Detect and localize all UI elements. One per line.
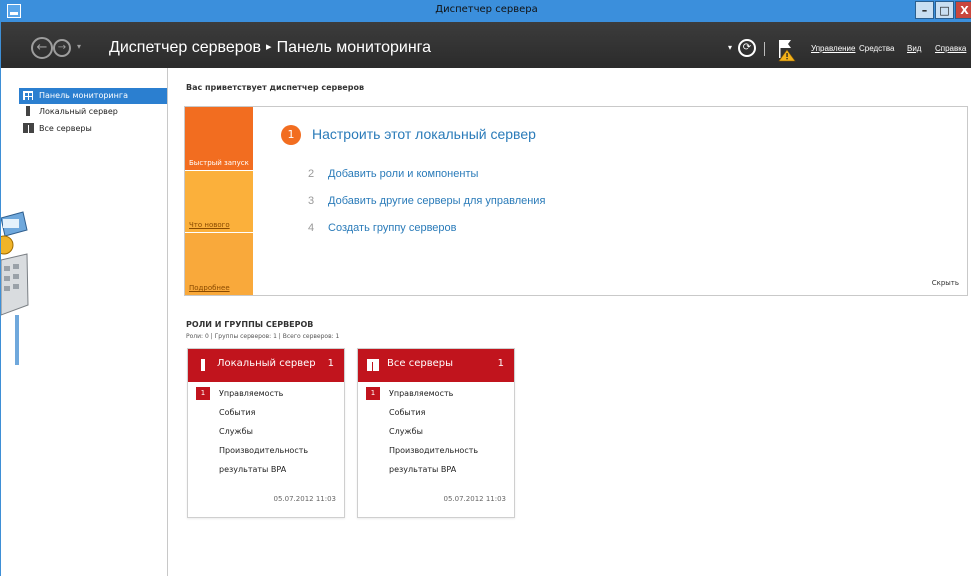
refresh-icon[interactable]: ⟳ (738, 39, 756, 57)
server-icon (26, 106, 30, 116)
server-icon (201, 359, 205, 371)
tile-row-label: результаты BPA (219, 465, 287, 474)
sidebar-item-label: Локальный сервер (39, 107, 118, 116)
hide-welcome-link[interactable]: Скрыть (932, 279, 959, 287)
tile-row-label: События (389, 408, 426, 417)
servers-icon (367, 359, 379, 371)
history-dropdown-icon[interactable]: ▾ (77, 42, 81, 51)
add-roles-link[interactable]: Добавить роли и компоненты (328, 168, 478, 180)
menu-view[interactable]: Вид (907, 44, 921, 53)
tile-count: 1 (497, 358, 504, 369)
servers-icon (23, 123, 34, 133)
refresh-dropdown-icon[interactable]: ▾ (728, 43, 732, 63)
close-button[interactable]: X (955, 1, 971, 19)
app-header: ← → ▾ Диспетчер серверов ▸ Панель монитори… (1, 22, 971, 68)
quick-start-tile[interactable]: Быстрый запуск (185, 107, 253, 170)
alert-badge: 1 (366, 387, 380, 400)
tile-title: Все серверы (387, 358, 453, 369)
tile-header[interactable]: Все серверы 1 (358, 349, 514, 382)
learn-more-label: Подробнее (189, 284, 230, 292)
welcome-panel: Быстрый запуск Что нового Подробнее 1 На… (184, 106, 968, 296)
tile-timestamp: 05.07.2012 11:03 (273, 495, 336, 503)
menu-help[interactable]: Справка (935, 44, 966, 53)
configure-local-server-link[interactable]: Настроить этот локальный сервер (312, 126, 536, 142)
add-roles-step[interactable]: 2 Добавить роли и компоненты (308, 168, 478, 184)
tile-row-label: Производительность (219, 446, 309, 455)
forward-icon[interactable]: → (53, 39, 71, 57)
all-servers-tile[interactable]: Все серверы 1 1 Управляемость События Сл… (357, 348, 515, 518)
tile-row-label: События (219, 408, 256, 417)
tile-title: Локальный сервер (217, 358, 316, 369)
local-server-tile[interactable]: Локальный сервер 1 1 Управляемость Событ… (187, 348, 345, 518)
step-number: 3 (308, 195, 315, 207)
title-bar: Диспетчер сервера – □ X (1, 0, 971, 22)
minimize-button[interactable]: – (915, 1, 934, 19)
roles-summary: Роли: 0 | Группы серверов: 1 | Всего сер… (186, 333, 340, 340)
maximize-button[interactable]: □ (935, 1, 954, 19)
breadcrumb: Диспетчер серверов ▸ Панель мониторинга (109, 39, 431, 57)
menu-manage[interactable]: Управление (811, 44, 855, 53)
dashboard-main: Вас приветствует диспетчер серверов Быст… (169, 68, 971, 576)
sidebar-item-label: Панель мониторинга (39, 91, 128, 100)
dashboard-icon (23, 91, 33, 100)
step-number: 4 (308, 222, 315, 234)
server-manager-window: Диспетчер сервера – □ X ← → ▾ Диспетчер … (0, 0, 971, 576)
step-number-badge: 1 (281, 125, 301, 145)
tile-header[interactable]: Локальный сервер 1 (188, 349, 344, 382)
window-title: Диспетчер сервера (435, 4, 538, 15)
create-group-step[interactable]: 4 Создать группу серверов (308, 222, 457, 238)
header-divider (764, 42, 765, 56)
whats-new-tile[interactable]: Что нового (185, 171, 253, 232)
breadcrumb-separator-icon: ▸ (266, 41, 272, 53)
back-icon[interactable]: ← (31, 37, 53, 59)
tile-row-label: Службы (219, 427, 253, 436)
breadcrumb-current: Панель мониторинга (276, 39, 432, 56)
welcome-title: Вас приветствует диспетчер серверов (186, 83, 365, 92)
tile-row-label: Управляемость (389, 389, 454, 398)
tile-row-label: Управляемость (219, 389, 284, 398)
quick-start-label: Быстрый запуск (189, 159, 249, 167)
notifications-flag-icon[interactable] (776, 36, 798, 62)
alert-badge: 1 (196, 387, 210, 400)
add-servers-link[interactable]: Добавить другие серверы для управления (328, 195, 545, 207)
roles-section-title: РОЛИ И ГРУППЫ СЕРВЕРОВ (186, 320, 314, 329)
menu-tools[interactable]: Средства (859, 44, 894, 53)
step-number: 2 (308, 168, 315, 180)
sidebar-item-local-server[interactable]: Локальный сервер (19, 104, 167, 120)
tile-row-label: Производительность (389, 446, 479, 455)
whats-new-label: Что нового (189, 221, 230, 229)
sidebar-item-label: Все серверы (39, 124, 92, 133)
sidebar-item-dashboard[interactable]: Панель мониторинга (19, 88, 167, 104)
tile-timestamp: 05.07.2012 11:03 (443, 495, 506, 503)
breadcrumb-root[interactable]: Диспетчер серверов (109, 39, 261, 56)
clipart-calculator-image (1, 210, 29, 365)
add-servers-step[interactable]: 3 Добавить другие серверы для управления (308, 195, 545, 211)
learn-more-tile[interactable]: Подробнее (185, 233, 253, 295)
tile-row-label: результаты BPA (389, 465, 457, 474)
create-group-link[interactable]: Создать группу серверов (328, 222, 457, 234)
tile-count: 1 (327, 358, 334, 369)
sidebar-item-all-servers[interactable]: Все серверы (19, 121, 167, 137)
tile-row-label: Службы (389, 427, 423, 436)
